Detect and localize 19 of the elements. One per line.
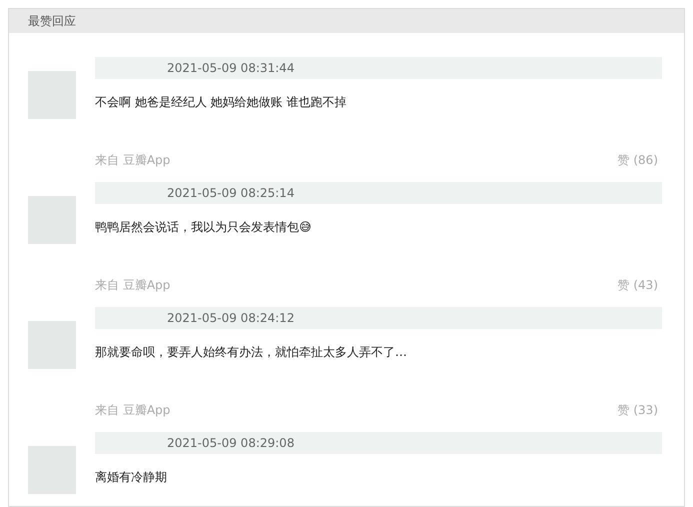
comment-text: 离婚有冷静期 [95, 469, 168, 486]
like-count[interactable]: 赞 (43) [618, 276, 658, 294]
comment-time: 2021-05-09 08:25:14 [167, 185, 294, 202]
avatar-placeholder [28, 321, 76, 369]
avatar-placeholder [28, 446, 76, 494]
comment-text: 鸭鸭居然会说话，我以为只会发表情包😅 [95, 219, 313, 236]
avatar-placeholder [28, 196, 76, 244]
like-count[interactable]: 赞 (86) [618, 151, 658, 169]
comment-time: 2021-05-09 08:29:08 [167, 435, 294, 452]
comment-source: 来自 豆瓣App [95, 277, 170, 294]
comment-text: 不会啊 她爸是经纪人 她妈给她做账 谁也跑不掉 [95, 94, 348, 111]
section-title: 最赞回应 [28, 13, 76, 30]
comment-text: 那就要命呗，要弄人始终有办法，就怕牵扯太多人弄不了… [95, 344, 408, 361]
comment-source: 来自 豆瓣App [95, 402, 170, 419]
like-count[interactable]: 赞 (33) [618, 401, 658, 419]
comment-source: 来自 豆瓣App [95, 152, 170, 169]
comment-time: 2021-05-09 08:24:12 [167, 310, 294, 327]
avatar-placeholder [28, 71, 76, 119]
comment-time: 2021-05-09 08:31:44 [167, 60, 294, 77]
